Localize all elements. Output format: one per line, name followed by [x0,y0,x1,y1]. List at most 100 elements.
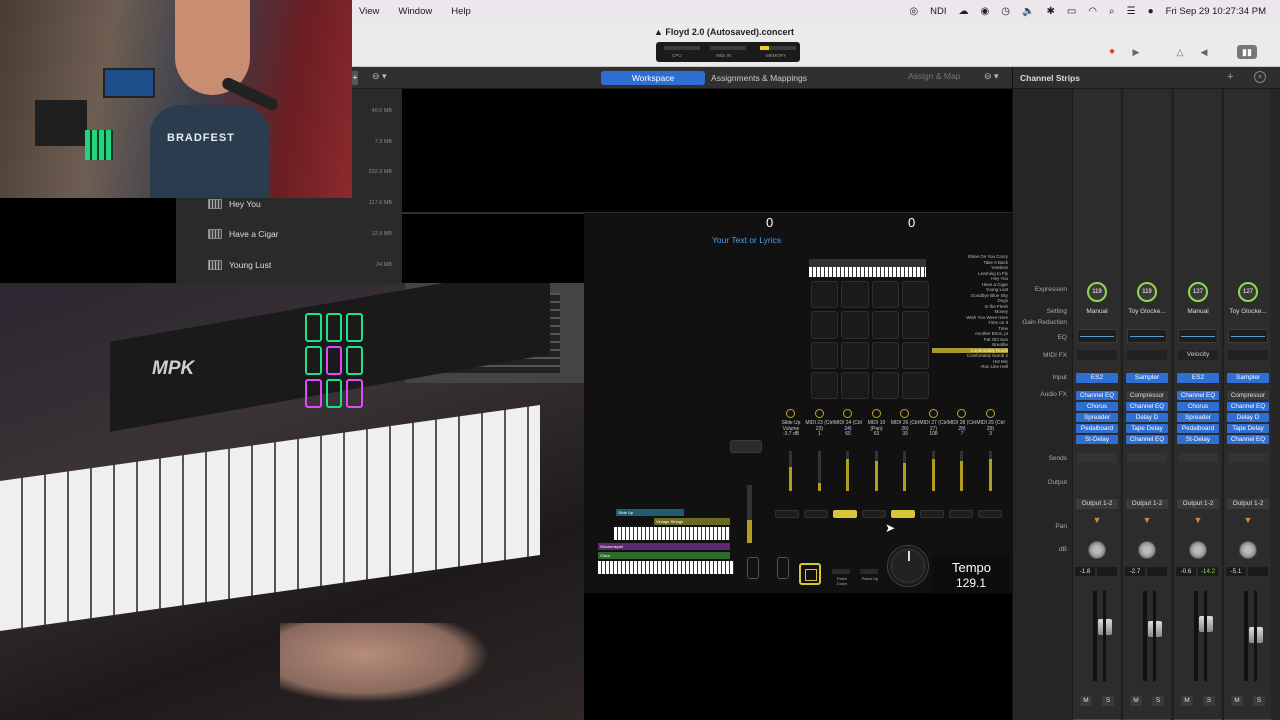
add-song-button[interactable]: + [352,71,358,85]
drum-pad[interactable] [901,341,929,369]
drum-pad[interactable] [901,311,929,339]
slider[interactable] [988,451,992,491]
setlist-song[interactable]: Run Like Hell [932,364,1008,370]
drum-pad[interactable] [871,281,899,309]
patch-up-button[interactable]: Patch Up [860,569,880,586]
drum-pad[interactable] [811,341,839,369]
drum-pad[interactable] [871,311,899,339]
audio-fx-slot[interactable]: Chorus [1076,402,1118,411]
eq-display[interactable] [1178,329,1218,343]
audio-fx-slot[interactable]: Channel EQ [1126,402,1168,411]
audio-fx-slot[interactable]: Spreader [1076,413,1118,422]
creative-cloud-icon[interactable]: ◎ [909,6,918,17]
audio-fx-slot[interactable]: Tape Delay [1126,424,1168,433]
audio-fx-slot[interactable]: Spreader [1177,413,1219,422]
expression-knob[interactable]: 119 [1087,282,1107,302]
channel-strip-view-button[interactable]: ▮▮ [1237,45,1257,59]
drum-pad[interactable] [871,341,899,369]
expression-knob[interactable]: 119 [1137,282,1157,302]
toggle-button[interactable] [949,510,973,518]
menu-view[interactable]: View [359,6,379,17]
assign-map-button[interactable]: Assign & Map [908,71,960,81]
audio-fx-slot[interactable]: Tape Delay [1227,424,1269,433]
volume-fader[interactable] [1244,591,1263,681]
slider[interactable] [789,451,792,491]
siri-icon[interactable]: ● [1148,6,1154,17]
slider[interactable] [931,451,935,491]
bluetooth-icon[interactable]: ✱ [1046,6,1054,17]
drum-pad[interactable] [841,281,869,309]
midi-fx-slot[interactable] [1228,350,1268,360]
drum-pad[interactable] [901,371,929,399]
lyrics-text-field[interactable]: Your Text or Lyrics [712,235,781,245]
slider[interactable] [874,451,878,491]
clock-icon[interactable]: ◷ [1001,6,1010,17]
knob[interactable] [786,409,795,418]
audio-fx-slot[interactable]: Channel EQ [1126,435,1168,444]
tab-assignments-mappings[interactable]: Assignments & Mappings [708,71,810,85]
drum-pad[interactable] [841,371,869,399]
lcd-display[interactable]: CPU MIDI IN MEMORY [656,42,800,62]
tempo-knob[interactable] [887,545,929,587]
knob[interactable] [900,409,909,418]
onscreen-keyboard[interactable] [809,267,926,277]
sends-slot[interactable] [1228,453,1268,463]
onscreen-keyboard[interactable] [614,527,730,540]
knob[interactable] [843,409,852,418]
solo-button[interactable]: S [1203,696,1215,706]
play-button[interactable]: ▶ [1128,45,1144,59]
tab-workspace[interactable]: Workspace [601,71,705,85]
pan-knob[interactable] [1138,541,1156,559]
volume-fader[interactable] [1194,591,1213,681]
sends-slot[interactable] [1178,453,1218,463]
drum-pad[interactable] [811,371,839,399]
mute-button[interactable]: M [1130,696,1142,706]
input-slot[interactable]: ES2 [1177,373,1219,383]
drum-pad[interactable] [841,341,869,369]
drum-pad[interactable] [811,281,839,309]
onscreen-keyboard[interactable] [598,561,734,574]
menu-window[interactable]: Window [398,6,432,17]
eye-icon[interactable]: ◉ [981,6,990,17]
knob[interactable] [814,409,824,418]
pan-knob[interactable] [1189,541,1207,559]
footswitch[interactable] [747,557,759,579]
audio-fx-slot[interactable]: Compressor [1227,391,1269,400]
workspace-more-icon[interactable]: ⊖ ▾ [984,71,999,82]
setlist-item[interactable]: Young Lust [208,260,271,270]
sidebar-more-icon[interactable]: ⊖ ▾ [372,71,387,82]
menubar-datetime[interactable]: Fri Sep 29 10:27:34 PM [1166,6,1266,17]
speaker-icon[interactable]: ◀ [1196,45,1212,59]
ndi-label[interactable]: NDI [930,6,946,17]
setting-button[interactable]: Toy Glocke... [1228,307,1268,317]
tuner-icon[interactable]: △ [1172,45,1188,59]
slider[interactable] [817,451,821,491]
input-slot[interactable]: ES2 [1076,373,1118,383]
audio-fx-slot[interactable]: Compressor [1126,391,1168,400]
patch-button[interactable] [799,563,821,585]
drum-pad[interactable] [901,281,929,309]
toggle-button[interactable] [862,510,886,518]
audio-fx-slot[interactable]: Pedalboard [1177,424,1219,433]
eq-display[interactable] [1228,329,1268,343]
footswitch[interactable] [777,557,789,579]
knob[interactable] [871,409,881,418]
pan-knob[interactable] [1088,541,1106,559]
setlist-item[interactable]: Hey You [208,199,261,209]
eq-display[interactable] [1077,329,1117,343]
output-slot[interactable]: Output 1-2 [1177,499,1219,509]
close-icon[interactable]: × [1254,71,1266,83]
search-icon[interactable]: ⌕ [1109,6,1115,17]
toggle-button[interactable] [978,510,1002,518]
menu-help[interactable]: Help [451,6,471,17]
expression-knob[interactable]: 127 [1188,282,1208,302]
audio-fx-slot[interactable]: Delay D [1227,413,1269,422]
record-button[interactable]: ● [1104,45,1120,59]
mute-button[interactable]: M [1231,696,1243,706]
control-center-icon[interactable]: ☰ [1127,6,1136,17]
volume-fader[interactable] [1143,591,1162,681]
audio-fx-slot[interactable]: Channel EQ [1227,402,1269,411]
setting-button[interactable]: Toy Glocke... [1127,307,1167,317]
cloud-icon[interactable]: ☁ [959,6,969,17]
audio-fx-slot[interactable]: St-Delay [1177,435,1219,444]
